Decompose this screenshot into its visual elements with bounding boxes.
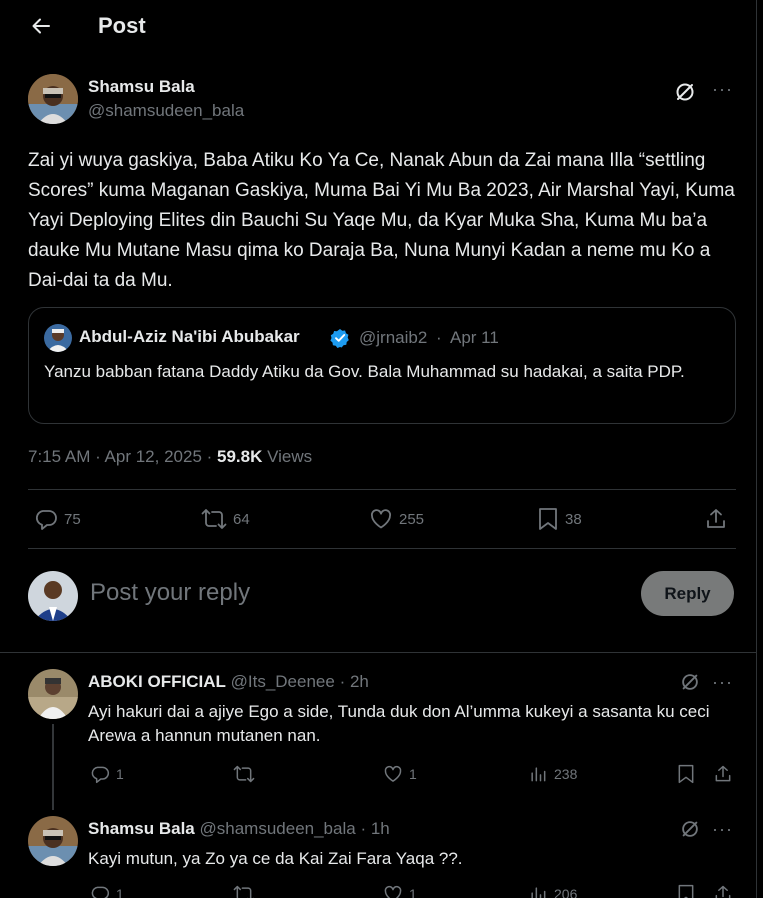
- bookmark-icon[interactable]: [676, 764, 696, 784]
- reply-like-action[interactable]: 1: [383, 764, 417, 784]
- grok-icon[interactable]: [679, 671, 701, 693]
- share-icon[interactable]: [713, 764, 733, 784]
- heart-icon: [371, 509, 391, 529]
- reply-icon: [91, 766, 110, 784]
- reply-author-handle[interactable]: @Its_Deenee: [231, 672, 335, 691]
- grok-icon[interactable]: [679, 818, 701, 840]
- quote-date-separator: ·: [436, 328, 442, 347]
- grok-icon[interactable]: [673, 80, 697, 104]
- reply-author-name[interactable]: ABOKI OFFICIAL: [88, 672, 226, 691]
- reply-avatar[interactable]: [28, 816, 78, 866]
- views-count: 238: [554, 766, 578, 782]
- like-count: 1: [409, 886, 417, 898]
- reply-avatar[interactable]: [28, 669, 78, 719]
- reply-text: Kayi mutun, ya Zo ya ce da Kai Zai Fara …: [88, 849, 463, 868]
- reply-count: 1: [116, 886, 124, 898]
- share-icon[interactable]: [704, 507, 728, 531]
- like-count: 1: [409, 766, 417, 782]
- views-label: Views: [267, 447, 313, 466]
- share-icon[interactable]: [713, 884, 733, 898]
- views-count: 59.8K: [217, 447, 263, 466]
- views-icon: [531, 887, 546, 898]
- repost-icon: [201, 509, 227, 529]
- divider: [28, 548, 736, 549]
- views-count: 206: [554, 886, 578, 898]
- more-options-icon[interactable]: ···: [712, 673, 733, 691]
- quote-author-name: Abdul-Aziz Na'ibi Abubakar: [79, 327, 300, 346]
- quote-author-handle: @jrnaib2: [359, 328, 428, 347]
- quote-date: Apr 11: [450, 328, 499, 347]
- repost-icon: [233, 885, 255, 898]
- post-timestamp: 7:15 AM · Apr 12, 2025 · 59.8K Views: [28, 447, 312, 467]
- reply-reply-action[interactable]: 1: [90, 884, 124, 898]
- bookmark-icon: [539, 508, 557, 530]
- more-options-icon[interactable]: ···: [712, 820, 733, 838]
- post-text: Zai yi wuya gaskiya, Baba Atiku Ko Ya Ce…: [28, 150, 735, 291]
- thread-line: [52, 724, 54, 810]
- author-name[interactable]: Shamsu Bala: [88, 77, 195, 97]
- reply-button[interactable]: Reply: [641, 571, 734, 616]
- divider: [28, 489, 736, 490]
- timestamp-text[interactable]: 7:15 AM · Apr 12, 2025 ·: [28, 447, 212, 466]
- reply-time[interactable]: · 2h: [340, 672, 369, 691]
- repost-action[interactable]: 64: [201, 507, 250, 531]
- current-user-avatar[interactable]: [28, 571, 78, 621]
- bookmark-count: 38: [565, 510, 582, 528]
- views-icon: [531, 767, 546, 782]
- reply-input[interactable]: Post your reply: [90, 579, 250, 607]
- bookmark-action[interactable]: 38: [537, 507, 582, 531]
- reply-header: ABOKI OFFICIAL @Its_Deenee · 2h: [88, 672, 369, 692]
- reply-action[interactable]: 75: [34, 507, 81, 531]
- reply-icon: [35, 510, 57, 530]
- reply-header: Shamsu Bala @shamsudeen_bala · 1h: [88, 819, 390, 839]
- reply-text: Ayi hakuri dai a ajiye Ego a side, Tunda…: [88, 702, 710, 745]
- like-action[interactable]: 255: [369, 507, 424, 531]
- reply-views-action[interactable]: 206: [528, 884, 577, 898]
- reply-repost-action[interactable]: [233, 764, 261, 784]
- reply-reply-action[interactable]: 1: [90, 764, 124, 784]
- reply-like-action[interactable]: 1: [383, 884, 417, 898]
- author-handle[interactable]: @shamsudeen_bala: [88, 101, 244, 121]
- reply-repost-action[interactable]: [233, 884, 261, 898]
- reply-author-handle[interactable]: @shamsudeen_bala: [200, 819, 356, 838]
- reply-time[interactable]: · 1h: [360, 819, 389, 838]
- quote-text: Yanzu babban fatana Daddy Atiku da Gov. …: [44, 362, 685, 381]
- more-options-icon[interactable]: ···: [712, 80, 733, 98]
- like-count: 255: [399, 510, 425, 528]
- heart-icon: [384, 885, 402, 898]
- quote-avatar: [44, 324, 72, 352]
- divider: [0, 652, 757, 653]
- post-column: Post Shamsu Bala @shamsudeen_bala ··· Za…: [0, 0, 757, 898]
- reply-icon: [91, 886, 110, 898]
- reply-count: 75: [64, 510, 81, 528]
- heart-icon: [384, 765, 402, 782]
- repost-icon: [233, 765, 255, 783]
- quoted-post[interactable]: Abdul-Aziz Na'ibi Abubakar @jrnaib2 · Ap…: [28, 307, 736, 424]
- verified-badge-icon: [330, 328, 350, 348]
- reply-count: 1: [116, 766, 124, 782]
- back-arrow-icon[interactable]: [30, 15, 54, 39]
- reply-author-name[interactable]: Shamsu Bala: [88, 819, 195, 838]
- author-avatar[interactable]: [28, 74, 78, 124]
- bookmark-icon[interactable]: [676, 884, 696, 898]
- repost-count: 64: [233, 510, 250, 528]
- page-title: Post: [98, 13, 146, 38]
- reply-views-action[interactable]: 238: [528, 764, 577, 784]
